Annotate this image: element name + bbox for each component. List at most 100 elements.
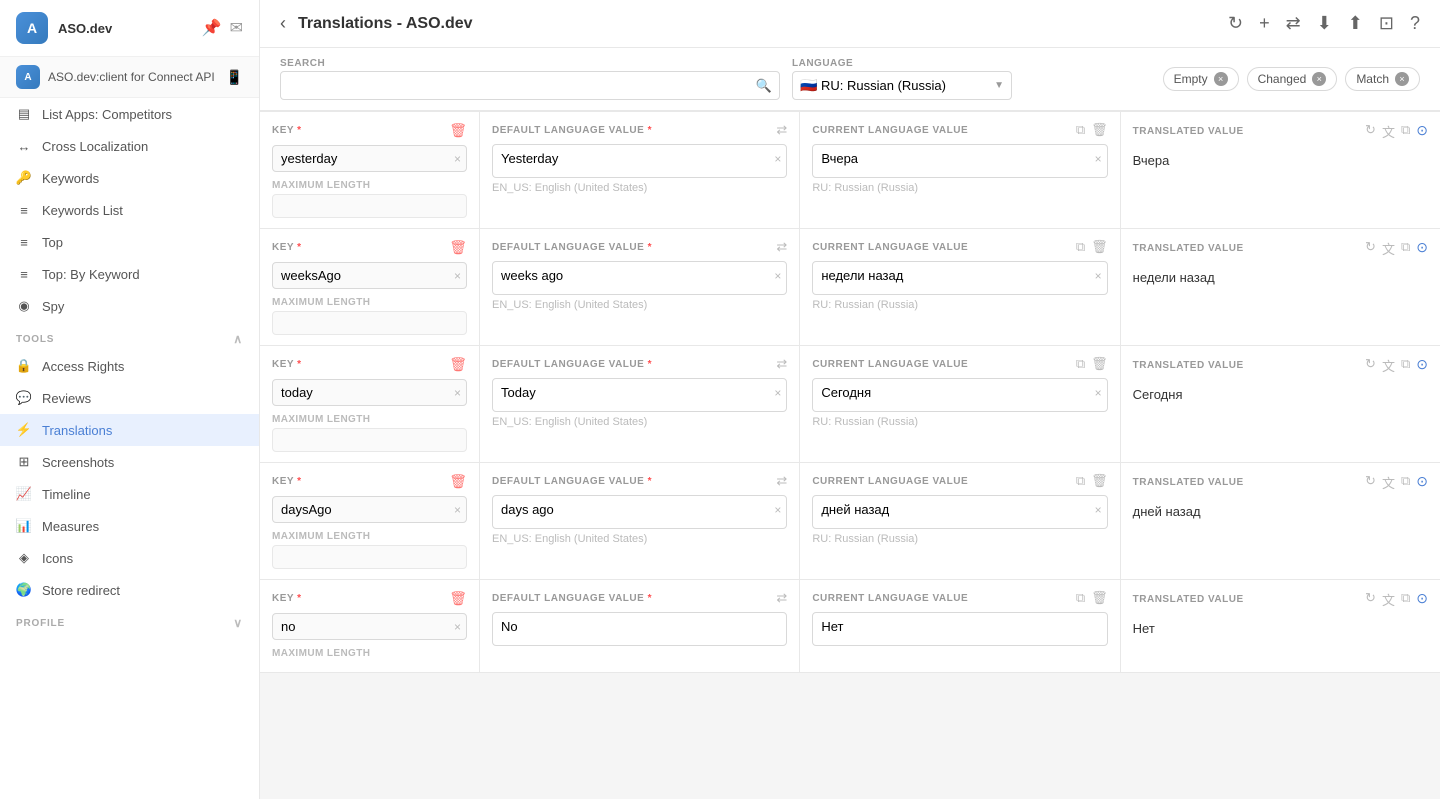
translate-icon[interactable]: 文 bbox=[1382, 239, 1395, 258]
back-button[interactable]: ‹ bbox=[280, 13, 286, 34]
sidebar-item-measures[interactable]: 📊 Measures bbox=[0, 510, 259, 542]
filter-empty[interactable]: Empty × bbox=[1163, 67, 1239, 91]
delete-current-icon[interactable]: 🗑 bbox=[1091, 356, 1108, 372]
key-input[interactable] bbox=[272, 379, 467, 406]
refresh-translated-icon[interactable]: ↻ bbox=[1365, 590, 1376, 609]
delete-current-icon[interactable]: 🗑 bbox=[1091, 239, 1108, 255]
current-clear-icon[interactable]: × bbox=[1095, 386, 1102, 400]
key-clear-icon[interactable]: × bbox=[454, 386, 461, 400]
delete-row-icon[interactable]: 🗑 bbox=[449, 473, 467, 490]
key-clear-icon[interactable]: × bbox=[454, 503, 461, 517]
filter-changed-clear[interactable]: × bbox=[1312, 72, 1326, 86]
delete-current-icon[interactable]: 🗑 bbox=[1091, 122, 1108, 138]
max-length-input[interactable] bbox=[272, 428, 467, 452]
filter-empty-clear[interactable]: × bbox=[1214, 72, 1228, 86]
max-length-input[interactable] bbox=[272, 311, 467, 335]
default-col-label: DEFAULT LANGUAGE VALUE * bbox=[492, 242, 652, 253]
copy-translated-icon[interactable]: ⧉ bbox=[1401, 356, 1410, 375]
tools-chevron[interactable]: ∧ bbox=[233, 332, 243, 346]
delete-current-icon[interactable]: 🗑 bbox=[1091, 590, 1108, 606]
sidebar-item-list-apps[interactable]: ▤ List Apps: Competitors bbox=[0, 98, 259, 130]
search-input[interactable] bbox=[280, 71, 780, 100]
refresh-translated-icon[interactable]: ↻ bbox=[1365, 473, 1376, 492]
copy-translated-icon[interactable]: ⧉ bbox=[1401, 590, 1410, 609]
key-clear-icon[interactable]: × bbox=[454, 152, 461, 166]
sidebar-item-access-rights[interactable]: 🔒 Access Rights bbox=[0, 350, 259, 382]
refresh-translated-icon[interactable]: ↻ bbox=[1365, 239, 1376, 258]
main-header-left: ‹ Translations - ASO.dev bbox=[280, 13, 473, 34]
pin-icon[interactable]: 📌 bbox=[202, 18, 222, 38]
profile-chevron[interactable]: ∨ bbox=[233, 616, 243, 630]
sidebar-item-spy[interactable]: ◉ Spy bbox=[0, 290, 259, 322]
copy-icon[interactable]: ⧉ bbox=[1076, 473, 1085, 489]
current-clear-icon[interactable]: × bbox=[1095, 152, 1102, 166]
translate-action-icon[interactable]: ⇄ bbox=[776, 239, 787, 255]
copy-icon[interactable]: ⧉ bbox=[1076, 356, 1085, 372]
key-clear-icon[interactable]: × bbox=[454, 620, 461, 634]
accept-icon[interactable]: ⊙ bbox=[1416, 590, 1428, 609]
copy-translated-icon[interactable]: ⧉ bbox=[1401, 239, 1410, 258]
sidebar-item-top-by-keyword[interactable]: ≡ Top: By Keyword bbox=[0, 258, 259, 290]
translate-action-icon[interactable]: ⇄ bbox=[776, 122, 787, 138]
sidebar-item-top[interactable]: ≡ Top bbox=[0, 226, 259, 258]
copy-translated-icon[interactable]: ⧉ bbox=[1401, 122, 1410, 141]
current-col-actions: ⧉ 🗑 bbox=[1076, 473, 1108, 489]
copy-translated-icon[interactable]: ⧉ bbox=[1401, 473, 1410, 492]
copy-icon[interactable]: ⧉ bbox=[1076, 239, 1085, 255]
accept-icon[interactable]: ⊙ bbox=[1416, 122, 1428, 141]
translate-icon[interactable]: 文 bbox=[1382, 590, 1395, 609]
sidebar-item-store-redirect[interactable]: 🌍 Store redirect bbox=[0, 574, 259, 606]
delete-row-icon[interactable]: 🗑 bbox=[449, 122, 467, 139]
transfer-icon[interactable]: ⇄ bbox=[1286, 13, 1301, 34]
sidebar-item-cross-localization[interactable]: ↔ Cross Localization bbox=[0, 130, 259, 162]
default-clear-icon[interactable]: × bbox=[774, 269, 781, 283]
filter-match[interactable]: Match × bbox=[1345, 67, 1420, 91]
add-icon[interactable]: + bbox=[1259, 13, 1270, 34]
sidebar-item-timeline[interactable]: 📈 Timeline bbox=[0, 478, 259, 510]
translate-icon[interactable]: 文 bbox=[1382, 473, 1395, 492]
delete-row-icon[interactable]: 🗑 bbox=[449, 356, 467, 373]
translate-action-icon[interactable]: ⇄ bbox=[776, 590, 787, 606]
sidebar-item-reviews[interactable]: 💬 Reviews bbox=[0, 382, 259, 414]
accept-icon[interactable]: ⊙ bbox=[1416, 356, 1428, 375]
accept-icon[interactable]: ⊙ bbox=[1416, 239, 1428, 258]
language-select[interactable]: RU: Russian (Russia) bbox=[792, 71, 1012, 100]
translate-action-icon[interactable]: ⇄ bbox=[776, 473, 787, 489]
upload-icon[interactable]: ⬆ bbox=[1348, 13, 1363, 34]
delete-current-icon[interactable]: 🗑 bbox=[1091, 473, 1108, 489]
key-clear-icon[interactable]: × bbox=[454, 269, 461, 283]
translate-icon[interactable]: 文 bbox=[1382, 122, 1395, 141]
translate-icon[interactable]: 文 bbox=[1382, 356, 1395, 375]
key-input[interactable] bbox=[272, 262, 467, 289]
download-icon[interactable]: ⬇ bbox=[1317, 13, 1332, 34]
key-input[interactable] bbox=[272, 145, 467, 172]
delete-row-icon[interactable]: 🗑 bbox=[449, 239, 467, 256]
help-icon[interactable]: ? bbox=[1410, 13, 1420, 34]
translate-action-icon[interactable]: ⇄ bbox=[776, 356, 787, 372]
default-clear-icon[interactable]: × bbox=[774, 152, 781, 166]
grid-icon[interactable]: ⊡ bbox=[1379, 13, 1394, 34]
max-length-input[interactable] bbox=[272, 194, 467, 218]
copy-icon[interactable]: ⧉ bbox=[1076, 122, 1085, 138]
max-length-input[interactable] bbox=[272, 545, 467, 569]
default-clear-icon[interactable]: × bbox=[774, 503, 781, 517]
sidebar-item-keywords-list[interactable]: ≡ Keywords List bbox=[0, 194, 259, 226]
key-input[interactable] bbox=[272, 613, 467, 640]
sidebar-item-icons[interactable]: ◈ Icons bbox=[0, 542, 259, 574]
delete-row-icon[interactable]: 🗑 bbox=[449, 590, 467, 607]
filter-changed[interactable]: Changed × bbox=[1247, 67, 1338, 91]
default-clear-icon[interactable]: × bbox=[774, 386, 781, 400]
filter-match-clear[interactable]: × bbox=[1395, 72, 1409, 86]
copy-icon[interactable]: ⧉ bbox=[1076, 590, 1085, 606]
current-clear-icon[interactable]: × bbox=[1095, 503, 1102, 517]
mail-icon[interactable]: ✉ bbox=[230, 18, 243, 38]
sidebar-item-keywords[interactable]: 🔑 Keywords bbox=[0, 162, 259, 194]
sidebar-item-translations[interactable]: ⚡ Translations bbox=[0, 414, 259, 446]
refresh-translated-icon[interactable]: ↻ bbox=[1365, 122, 1376, 141]
key-input[interactable] bbox=[272, 496, 467, 523]
sidebar-item-screenshots[interactable]: ⊞ Screenshots bbox=[0, 446, 259, 478]
refresh-icon[interactable]: ↻ bbox=[1228, 13, 1243, 34]
accept-icon[interactable]: ⊙ bbox=[1416, 473, 1428, 492]
refresh-translated-icon[interactable]: ↻ bbox=[1365, 356, 1376, 375]
current-clear-icon[interactable]: × bbox=[1095, 269, 1102, 283]
